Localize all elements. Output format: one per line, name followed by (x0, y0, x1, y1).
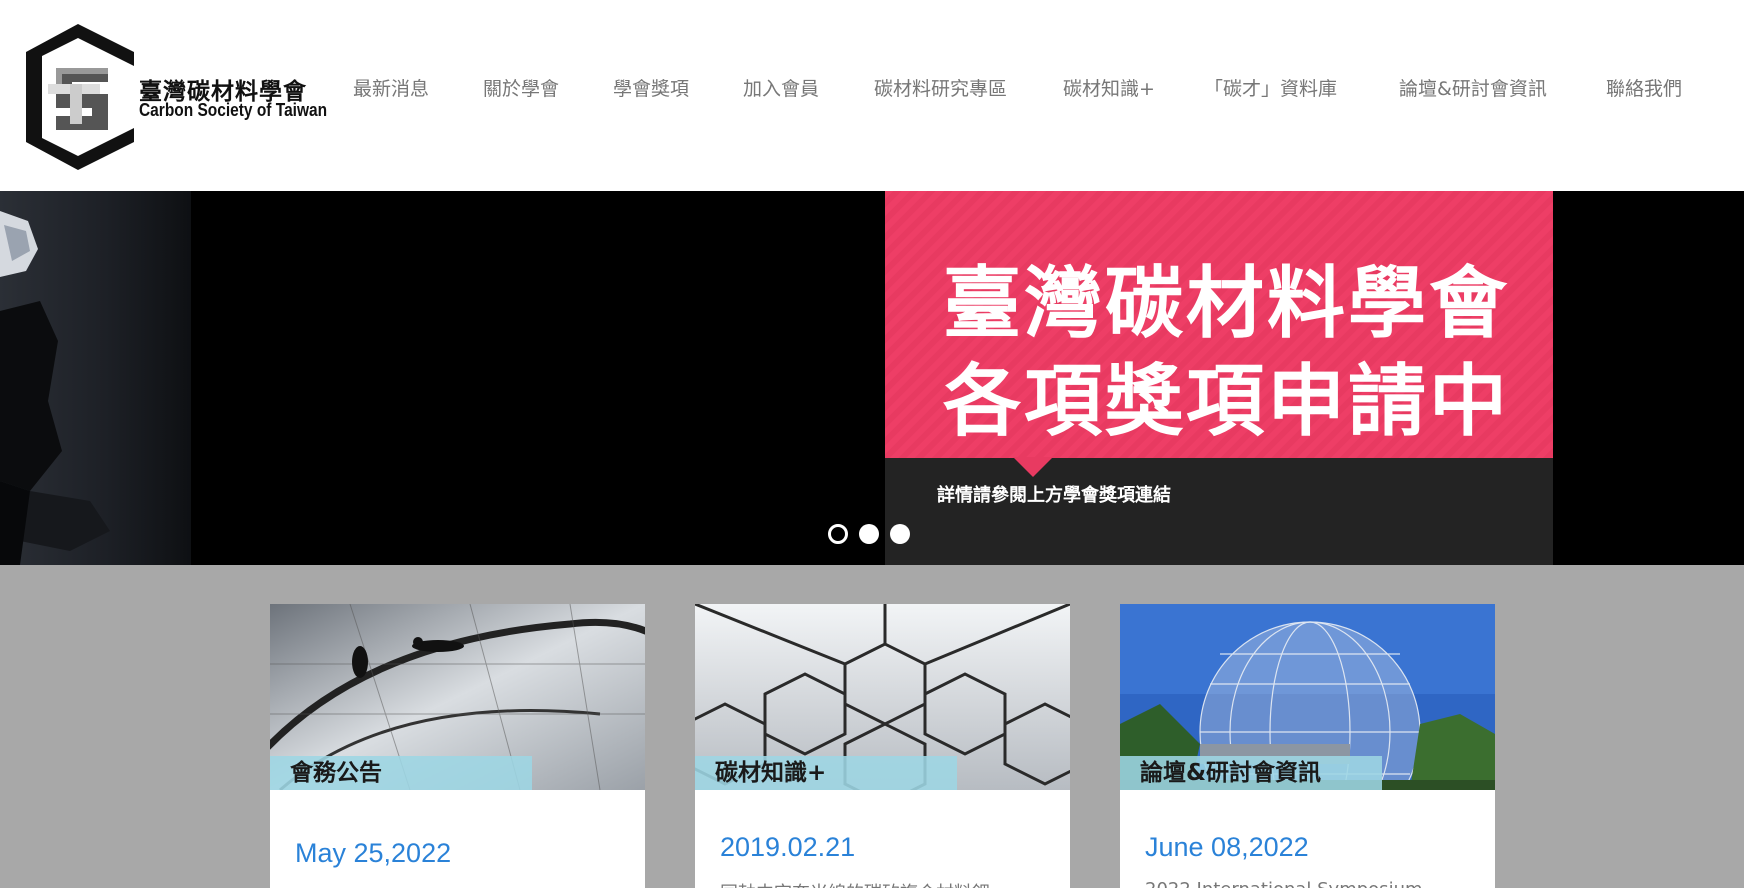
hero-slider: 臺灣碳材料學會 各項獎項申請中 詳情請參閱上方學會獎項連結 (0, 191, 1744, 565)
slide-dot-1[interactable] (828, 524, 848, 544)
logo-mark-icon (26, 24, 134, 170)
site-logo[interactable]: 臺灣碳材料學會 Carbon Society of Taiwan (26, 24, 328, 170)
card-forum[interactable]: 論壇&研討會資訊 June 08,2022 2022 International… (1120, 604, 1495, 888)
caption-pointer (1013, 457, 1053, 477)
card-date: June 08,2022 (1145, 832, 1309, 862)
site-header: 臺灣碳材料學會 Carbon Society of Taiwan 最新消息 關於… (0, 0, 1744, 191)
nav-item-research[interactable]: 碳材料研究專區 (874, 74, 1007, 101)
card-date: May 25,2022 (295, 838, 452, 868)
nav-item-about[interactable]: 關於學會 (483, 74, 559, 101)
nav-item-news[interactable]: 最新消息 (353, 74, 429, 101)
nav-item-awards[interactable]: 學會獎項 (613, 74, 689, 101)
nav-item-knowledge[interactable]: 碳材知識+ (1063, 74, 1155, 101)
main-nav: 最新消息 關於學會 學會獎項 加入會員 碳材料研究專區 碳材知識+ 「碳才」資料… (340, 74, 1720, 104)
banner-title-line2: 各項獎項申請中 (943, 357, 1511, 447)
card-snippet: 2022 International Symposium (1145, 879, 1423, 888)
slide-caption-text: 詳情請參閱上方學會獎項連結 (937, 485, 1171, 506)
slide-caption (885, 457, 1553, 565)
card-label: 論壇&研討會資訊 (1120, 756, 1382, 790)
banner-title-line1: 臺灣碳材料學會 (943, 259, 1511, 349)
nav-item-membership[interactable]: 加入會員 (743, 74, 819, 101)
card-announcements[interactable]: 會務公告 May 25,2022 (270, 604, 645, 888)
slide-dot-2[interactable] (859, 524, 879, 544)
content-section: 會務公告 May 25,2022 碳材知識+ 2019.02.21 論壇&研討會… (0, 565, 1744, 888)
nav-item-contact[interactable]: 聯絡我們 (1606, 74, 1682, 101)
card-label: 會務公告 (270, 756, 532, 790)
carbon-rock-image (0, 191, 191, 565)
awards-banner[interactable]: 臺灣碳材料學會 各項獎項申請中 (885, 191, 1553, 458)
slide-dot-3[interactable] (890, 524, 910, 544)
card-snippet: 同軸中空奈米線的碳矽複合材料鋰 (720, 879, 990, 888)
nav-item-talent-database[interactable]: 「碳才」資料庫 (1204, 74, 1337, 101)
card-date: 2019.02.21 (720, 832, 856, 862)
card-knowledge[interactable]: 碳材知識+ 2019.02.21 同軸中空奈米線的碳矽複合材料鋰 (695, 604, 1070, 888)
logo-english-name: Carbon Society of Taiwan (139, 100, 328, 120)
nav-item-forum[interactable]: 論壇&研討會資訊 (1399, 74, 1547, 101)
card-label: 碳材知識+ (695, 756, 957, 790)
